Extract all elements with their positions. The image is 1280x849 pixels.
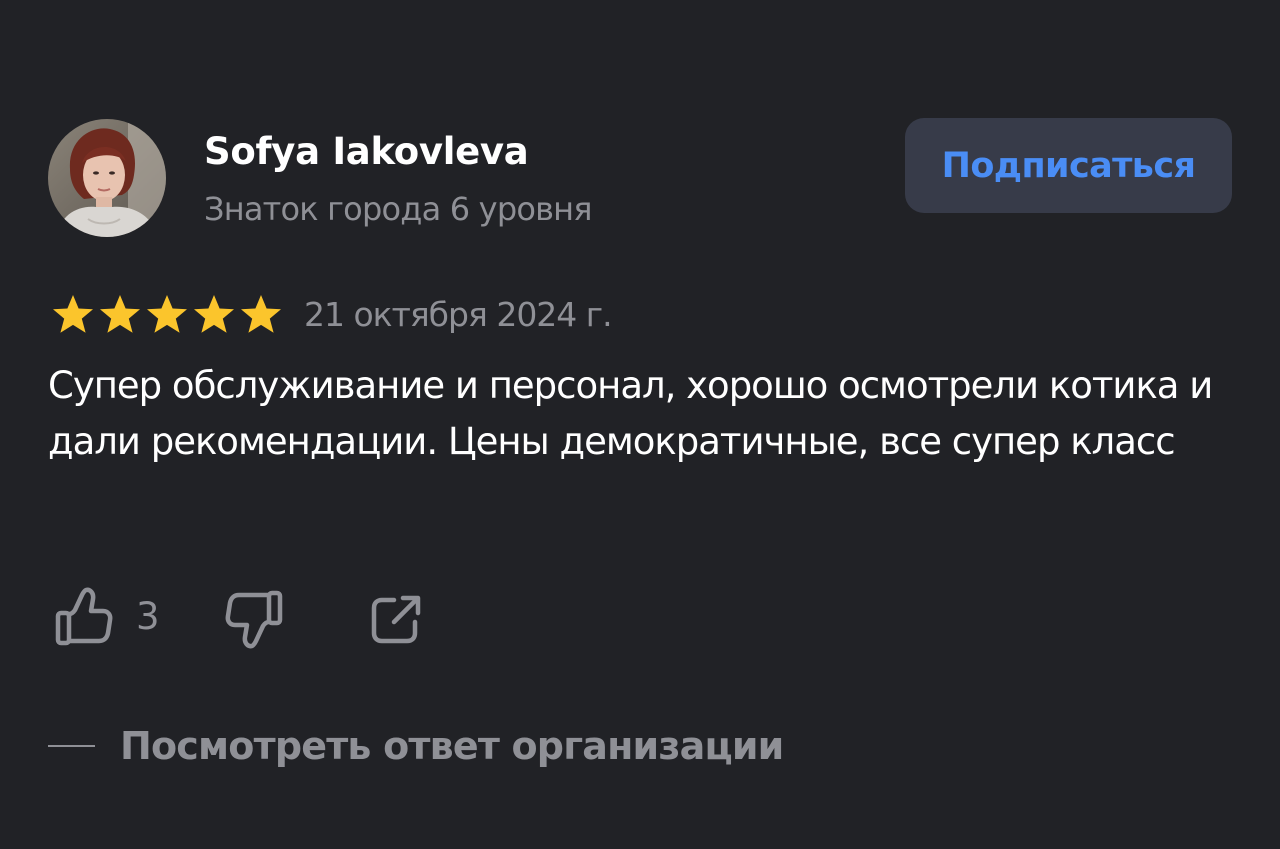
author-name[interactable]: Sofya Iakovleva [204, 128, 529, 176]
dislike-button[interactable] [224, 588, 284, 650]
star-icon [50, 294, 96, 334]
star-icon [97, 294, 143, 334]
review-text: Супер обслуживание и персонал, хорошо ос… [48, 364, 1213, 463]
avatar[interactable] [48, 119, 166, 237]
star-icon [238, 294, 284, 334]
view-org-answer-link[interactable]: Посмотреть ответ организации [48, 718, 784, 774]
like-count: 3 [136, 595, 160, 638]
org-answer-label: Посмотреть ответ организации [120, 724, 784, 768]
rating-stars [50, 294, 284, 334]
star-icon [144, 294, 190, 334]
like-button[interactable]: 3 [54, 586, 160, 648]
thumbs-up-icon [55, 587, 113, 646]
star-icon [191, 294, 237, 334]
author-level: Знаток города 6 уровня [204, 190, 593, 228]
share-button[interactable] [370, 592, 424, 646]
review-date: 21 октября 2024 г. [304, 295, 613, 334]
avatar-photo [48, 119, 166, 237]
subscribe-button[interactable]: Подписаться [905, 118, 1232, 213]
share-icon [371, 595, 421, 644]
divider-dash [48, 745, 95, 747]
thumbs-down-icon [225, 590, 283, 649]
